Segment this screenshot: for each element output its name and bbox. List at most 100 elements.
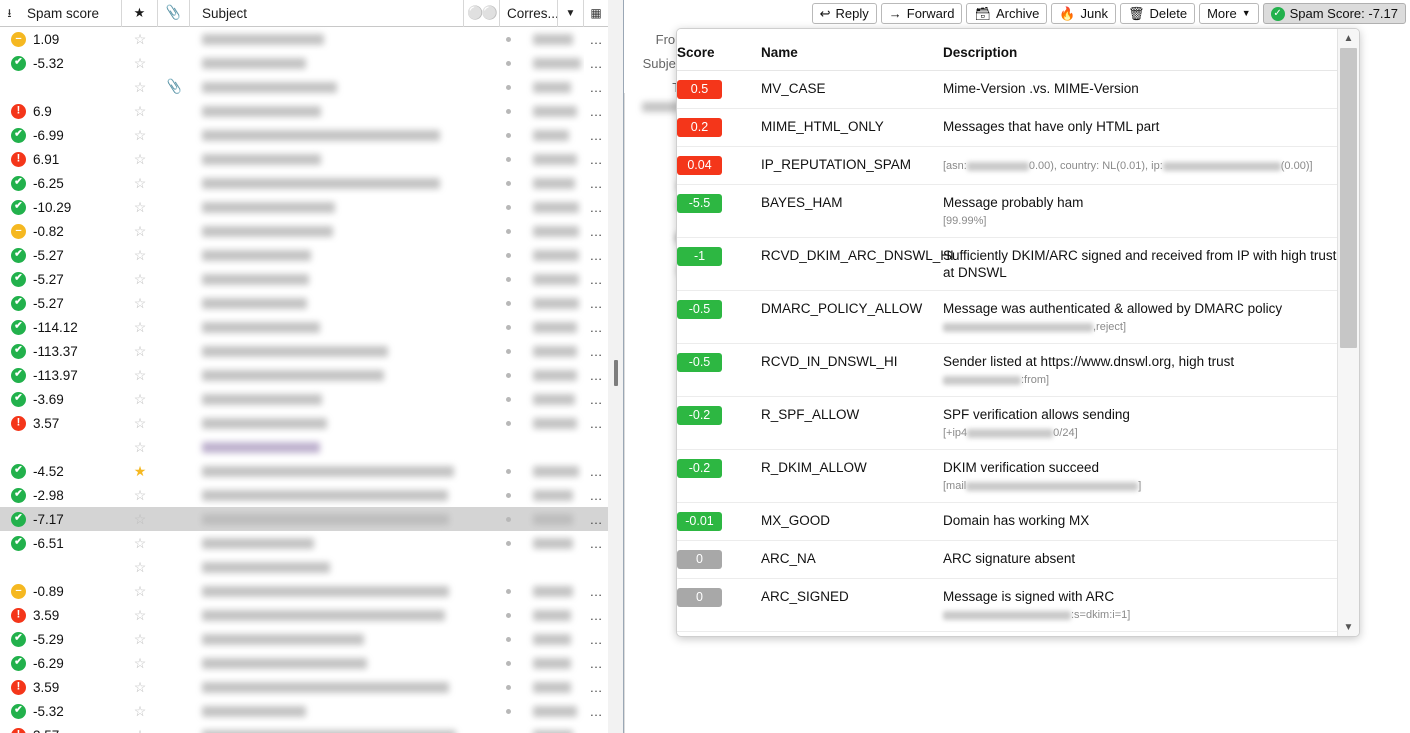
row-star-toggle[interactable]: ☆: [122, 51, 158, 75]
row-star-toggle[interactable]: ☆: [122, 723, 158, 733]
row-overflow-menu[interactable]: …: [584, 99, 608, 123]
spam-score-details-popup[interactable]: Score Name Description 0.5 MV_CASE Mime-Ve…: [676, 28, 1360, 637]
message-list-row[interactable]: ✔ -6.51 ☆…: [0, 531, 608, 555]
row-read-status[interactable]: [490, 195, 526, 219]
row-overflow-menu[interactable]: …: [584, 315, 608, 339]
junk-button[interactable]: 🔥 Junk: [1051, 3, 1116, 24]
row-overflow-menu[interactable]: …: [584, 699, 608, 723]
message-list-row[interactable]: ✔ -5.29 ☆…: [0, 627, 608, 651]
row-star-toggle[interactable]: ☆: [122, 483, 158, 507]
row-overflow-menu[interactable]: …: [584, 459, 608, 483]
row-star-toggle[interactable]: ☆: [122, 555, 158, 579]
column-header-subject[interactable]: Subject: [190, 0, 464, 27]
row-read-status[interactable]: [490, 315, 526, 339]
message-list-row[interactable]: ✔ -5.32 ☆…: [0, 699, 608, 723]
message-list-row[interactable]: ✔ -7.17 ☆…: [0, 507, 608, 531]
message-list-row[interactable]: ✔ -5.27 ☆…: [0, 291, 608, 315]
message-list-row[interactable]: ✔ -4.52 ★…: [0, 459, 608, 483]
row-overflow-menu[interactable]: …: [584, 195, 608, 219]
splitter-grip[interactable]: [614, 360, 618, 386]
message-list-row[interactable]: ✔ -6.99 ☆…: [0, 123, 608, 147]
pane-splitter[interactable]: [608, 0, 624, 733]
row-star-toggle[interactable]: ☆: [122, 699, 158, 723]
row-overflow-menu[interactable]: …: [584, 147, 608, 171]
message-list-row[interactable]: ! 3.59 ☆…: [0, 603, 608, 627]
row-read-status[interactable]: [490, 627, 526, 651]
row-overflow-menu[interactable]: …: [584, 339, 608, 363]
row-overflow-menu[interactable]: …: [584, 507, 608, 531]
message-list-row[interactable]: ! 3.59 ☆…: [0, 675, 608, 699]
message-list-row[interactable]: ✔ -5.27 ☆…: [0, 267, 608, 291]
row-overflow-menu[interactable]: …: [584, 627, 608, 651]
spam-report-scroll-area[interactable]: Score Name Description 0.5 MV_CASE Mime-Ve…: [677, 29, 1338, 636]
row-overflow-menu[interactable]: …: [584, 219, 608, 243]
row-overflow-menu[interactable]: [584, 435, 608, 459]
delete-button[interactable]: 🗑 Delete: [1119, 3, 1196, 24]
forward-button[interactable]: → Forward: [880, 3, 963, 24]
row-star-toggle[interactable]: ☆: [122, 243, 158, 267]
row-read-status[interactable]: [490, 579, 526, 603]
row-star-toggle[interactable]: ☆: [122, 387, 158, 411]
scroll-down-arrow-icon[interactable]: ▼: [1338, 618, 1359, 636]
scrollbar-thumb[interactable]: [1340, 48, 1357, 348]
row-read-status[interactable]: [490, 387, 526, 411]
message-list-row[interactable]: !3.57☆…: [0, 411, 608, 435]
row-overflow-menu[interactable]: …: [584, 291, 608, 315]
row-read-status[interactable]: [490, 99, 526, 123]
row-read-status[interactable]: [490, 291, 526, 315]
row-read-status[interactable]: [490, 219, 526, 243]
message-list-row[interactable]: ✔ -5.27 ☆…: [0, 243, 608, 267]
row-star-toggle[interactable]: ☆: [122, 315, 158, 339]
message-list-row[interactable]: ☆ 📎…: [0, 75, 608, 99]
row-read-status[interactable]: [490, 339, 526, 363]
row-read-status[interactable]: [490, 723, 526, 733]
row-read-status[interactable]: [490, 459, 526, 483]
message-list-row[interactable]: ✔ -6.29 ☆…: [0, 651, 608, 675]
message-list-row[interactable]: – -0.82 ☆…: [0, 219, 608, 243]
row-overflow-menu[interactable]: …: [584, 411, 608, 435]
row-star-toggle[interactable]: ☆: [122, 123, 158, 147]
row-read-status[interactable]: [490, 363, 526, 387]
row-star-toggle[interactable]: ☆: [122, 651, 158, 675]
message-list-row[interactable]: !3.57☆…: [0, 723, 608, 733]
row-overflow-menu[interactable]: …: [584, 171, 608, 195]
message-list-rows[interactable]: –1.09 ☆… ✔ -5.32 ☆… ☆ 📎…! 6.9 ☆… ✔ -6.99 ☆…! 6.91 ☆… ✔…: [0, 27, 608, 733]
row-overflow-menu[interactable]: …: [584, 387, 608, 411]
row-read-status[interactable]: [490, 243, 526, 267]
row-overflow-menu[interactable]: …: [584, 27, 608, 51]
row-overflow-menu[interactable]: …: [584, 579, 608, 603]
row-star-toggle[interactable]: ☆: [122, 219, 158, 243]
message-list-row[interactable]: ☆: [0, 555, 608, 579]
message-list-row[interactable]: ✔ -113.37 ☆…: [0, 339, 608, 363]
row-read-status[interactable]: [490, 507, 526, 531]
row-star-toggle[interactable]: ☆: [122, 675, 158, 699]
row-star-toggle[interactable]: ☆: [122, 291, 158, 315]
row-read-status[interactable]: [490, 651, 526, 675]
row-read-status[interactable]: [490, 267, 526, 291]
spam-score-button[interactable]: ✓ Spam Score: -7.17: [1262, 3, 1406, 24]
row-read-status[interactable]: [490, 51, 526, 75]
row-star-toggle[interactable]: ☆: [122, 75, 158, 99]
row-read-status[interactable]: [490, 555, 526, 579]
row-read-status[interactable]: [490, 171, 526, 195]
message-list-row[interactable]: – -0.89 ☆…: [0, 579, 608, 603]
row-star-toggle[interactable]: ☆: [122, 195, 158, 219]
row-star-toggle[interactable]: ☆: [122, 99, 158, 123]
column-header-attachment[interactable]: 📎: [158, 0, 190, 27]
row-read-status[interactable]: [490, 75, 526, 99]
row-overflow-menu[interactable]: …: [584, 651, 608, 675]
message-list-row[interactable]: ! 6.91 ☆…: [0, 147, 608, 171]
row-overflow-menu[interactable]: [584, 555, 608, 579]
row-star-toggle[interactable]: ☆: [122, 579, 158, 603]
row-read-status[interactable]: [490, 123, 526, 147]
row-star-toggle[interactable]: ☆: [122, 627, 158, 651]
row-overflow-menu[interactable]: …: [584, 123, 608, 147]
message-list-row[interactable]: ✔ -2.98 ☆…: [0, 483, 608, 507]
row-star-toggle[interactable]: ★: [122, 459, 158, 483]
column-header-read-status[interactable]: ⚪⚪: [464, 0, 500, 27]
row-star-toggle[interactable]: ☆: [122, 531, 158, 555]
row-read-status[interactable]: [490, 435, 526, 459]
row-star-toggle[interactable]: ☆: [122, 147, 158, 171]
message-list-row[interactable]: ✔ -113.97 ☆…: [0, 363, 608, 387]
row-star-toggle[interactable]: ☆: [122, 339, 158, 363]
